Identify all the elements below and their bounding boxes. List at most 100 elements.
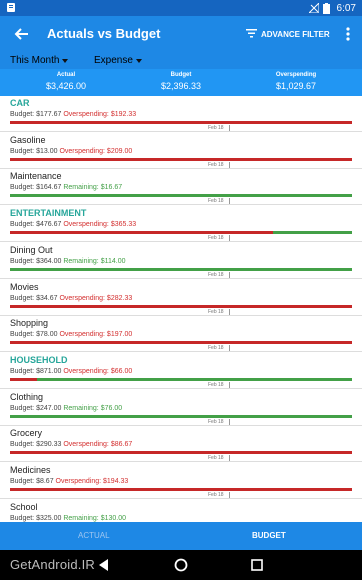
back-arrow-icon[interactable] xyxy=(12,24,32,44)
budget-amount: Budget: $34.67 xyxy=(10,294,58,302)
subcategory-row[interactable]: Clothing Budget: $247.00 Remaining: $76.0… xyxy=(0,390,362,427)
budget-amount: Budget: $290.33 xyxy=(10,441,62,449)
row-detail: Budget: $476.67 Overspending: $365.33 xyxy=(10,221,136,228)
summary-label: Budget xyxy=(170,72,192,78)
progress-bar xyxy=(10,121,352,124)
row-name: Clothing xyxy=(10,391,44,402)
period-label: This Month xyxy=(10,55,60,66)
subcategory-row[interactable]: Maintenance Budget: $164.67 Remaining: $1… xyxy=(0,169,362,206)
dropdown-arrow-icon xyxy=(62,59,69,63)
summary-label: Actual xyxy=(56,72,76,78)
budget-amount: Budget: $871.00 xyxy=(10,367,62,375)
budget-amount: Budget: $13.00 xyxy=(10,147,58,155)
row-name: HOUSEHOLD xyxy=(10,354,68,365)
battery-icon xyxy=(322,3,333,14)
row-name: Dining Out xyxy=(10,244,53,255)
row-detail: Budget: $34.67 Overspending: $282.33 xyxy=(10,295,132,302)
overspending-amount: Overspending: $197.00 xyxy=(59,331,133,339)
progress-fill xyxy=(10,157,352,161)
tab-actual[interactable]: ACTUAL xyxy=(78,531,110,540)
row-name: ENTERTAINMENT xyxy=(10,208,87,219)
budget-amount: Budget: $325.00 xyxy=(10,514,62,522)
row-detail: Budget: $177.67 Overspending: $192.33 xyxy=(10,111,136,118)
no-signal-icon xyxy=(307,1,320,14)
subcategory-row[interactable]: Gasoline Budget: $13.00 Overspending: $20… xyxy=(0,133,362,170)
row-name: School xyxy=(10,501,38,512)
progress-bar xyxy=(10,157,352,161)
nav-recents-icon[interactable] xyxy=(249,557,265,573)
type-label: Expense xyxy=(94,55,133,66)
summary-panel: Actual $3,426.00 Budget $2,396.33 Oversp… xyxy=(0,69,362,96)
page-title: Actuals vs Budget xyxy=(47,26,161,41)
row-detail: Budget: $164.67 Remaining: $16.67 xyxy=(10,184,122,191)
row-detail: Budget: $8.67 Overspending: $194.33 xyxy=(10,478,128,485)
summary-value: $3,426.00 xyxy=(45,81,87,91)
budget-amount: Budget: $8.67 xyxy=(10,478,54,485)
overflow-menu-icon[interactable] xyxy=(344,25,352,43)
type-dropdown[interactable]: Expense xyxy=(94,55,142,66)
progress-fill xyxy=(10,451,352,455)
overspending-amount: Overspending: $192.33 xyxy=(63,111,137,118)
row-name: Maintenance xyxy=(10,171,62,182)
filter-icon xyxy=(246,28,257,40)
budget-amount: Budget: $164.67 xyxy=(10,184,62,192)
budget-amount: Budget: $247.00 xyxy=(10,404,62,412)
overspending-amount: Overspending: $282.33 xyxy=(59,294,133,302)
budget-list: CAR Budget: $177.67 Overspending: $192.33… xyxy=(0,96,362,522)
subcategory-row[interactable]: Grocery Budget: $290.33 Overspending: $86… xyxy=(0,426,362,463)
progress-bar xyxy=(10,377,352,381)
nav-home-icon[interactable] xyxy=(173,557,189,573)
budget-amount: Budget: $476.67 xyxy=(10,221,62,229)
notification-icon xyxy=(6,2,16,13)
summary-overspending: Overspending $1,029.67 xyxy=(236,72,356,91)
summary-value: $2,396.33 xyxy=(160,81,202,91)
progress-bar xyxy=(10,488,352,491)
progress-bar xyxy=(10,451,352,455)
progress-bar xyxy=(10,267,352,271)
row-detail: Budget: $13.00 Overspending: $209.00 xyxy=(10,148,132,155)
row-name: Gasoline xyxy=(10,134,46,145)
status-bar: 6:07 xyxy=(0,0,362,16)
nav-back-icon[interactable] xyxy=(96,557,112,573)
progress-fill xyxy=(10,231,274,235)
remaining-amount: Remaining: $114.00 xyxy=(63,257,126,265)
row-detail: Budget: $290.33 Overspending: $86.67 xyxy=(10,441,132,448)
progress-bar xyxy=(10,231,352,235)
category-row[interactable]: ENTERTAINMENT Budget: $476.67 Overspendin… xyxy=(0,206,362,243)
subcategory-row[interactable]: Dining Out Budget: $364.00 Remaining: $11… xyxy=(0,243,362,280)
category-row[interactable]: CAR Budget: $177.67 Overspending: $192.33… xyxy=(0,96,362,133)
row-detail: Budget: $78.00 Overspending: $197.00 xyxy=(10,331,132,338)
overspending-amount: Overspending: $66.00 xyxy=(63,367,133,375)
progress-bar xyxy=(10,304,352,308)
progress-fill xyxy=(10,488,352,491)
overspending-amount: Overspending: $365.33 xyxy=(63,221,137,229)
app-bar: Actuals vs Budget ADVANCE FILTER xyxy=(0,16,362,52)
budget-amount: Budget: $78.00 xyxy=(10,331,58,339)
progress-bar xyxy=(10,414,352,418)
budget-amount: Budget: $364.00 xyxy=(10,257,62,265)
row-name: Medicines xyxy=(10,465,51,475)
row-name: Movies xyxy=(10,281,39,292)
row-detail: Budget: $871.00 Overspending: $66.00 xyxy=(10,368,132,375)
budget-amount: Budget: $177.67 xyxy=(10,111,62,118)
progress-fill xyxy=(10,377,38,381)
progress-fill xyxy=(10,304,352,308)
summary-value: $1,029.67 xyxy=(275,81,317,91)
row-detail: Budget: $364.00 Remaining: $114.00 xyxy=(10,258,125,265)
tab-budget[interactable]: BUDGET xyxy=(252,531,286,540)
dropdown-arrow-icon xyxy=(135,59,142,63)
subcategory-row[interactable]: School Budget: $325.00 Remaining: $130.00… xyxy=(0,500,362,522)
remaining-amount: Remaining: $130.00 xyxy=(63,514,126,522)
period-dropdown[interactable]: This Month xyxy=(10,55,69,66)
progress-bar xyxy=(10,194,352,198)
advance-filter-label: ADVANCE FILTER xyxy=(261,29,330,39)
subcategory-row[interactable]: Shopping Budget: $78.00 Overspending: $19… xyxy=(0,316,362,353)
subcategory-row[interactable]: Movies Budget: $34.67 Overspending: $282.… xyxy=(0,280,362,317)
category-row[interactable]: HOUSEHOLD Budget: $871.00 Overspending: $… xyxy=(0,353,362,390)
summary-actual: Actual $3,426.00 xyxy=(6,72,126,91)
progress-fill xyxy=(10,121,352,124)
progress-bar xyxy=(10,341,352,345)
advance-filter-button[interactable]: ADVANCE FILTER xyxy=(246,25,330,43)
summary-label: Overspending xyxy=(275,72,317,78)
subcategory-row[interactable]: Medicines Budget: $8.67 Overspending: $19… xyxy=(0,463,362,500)
